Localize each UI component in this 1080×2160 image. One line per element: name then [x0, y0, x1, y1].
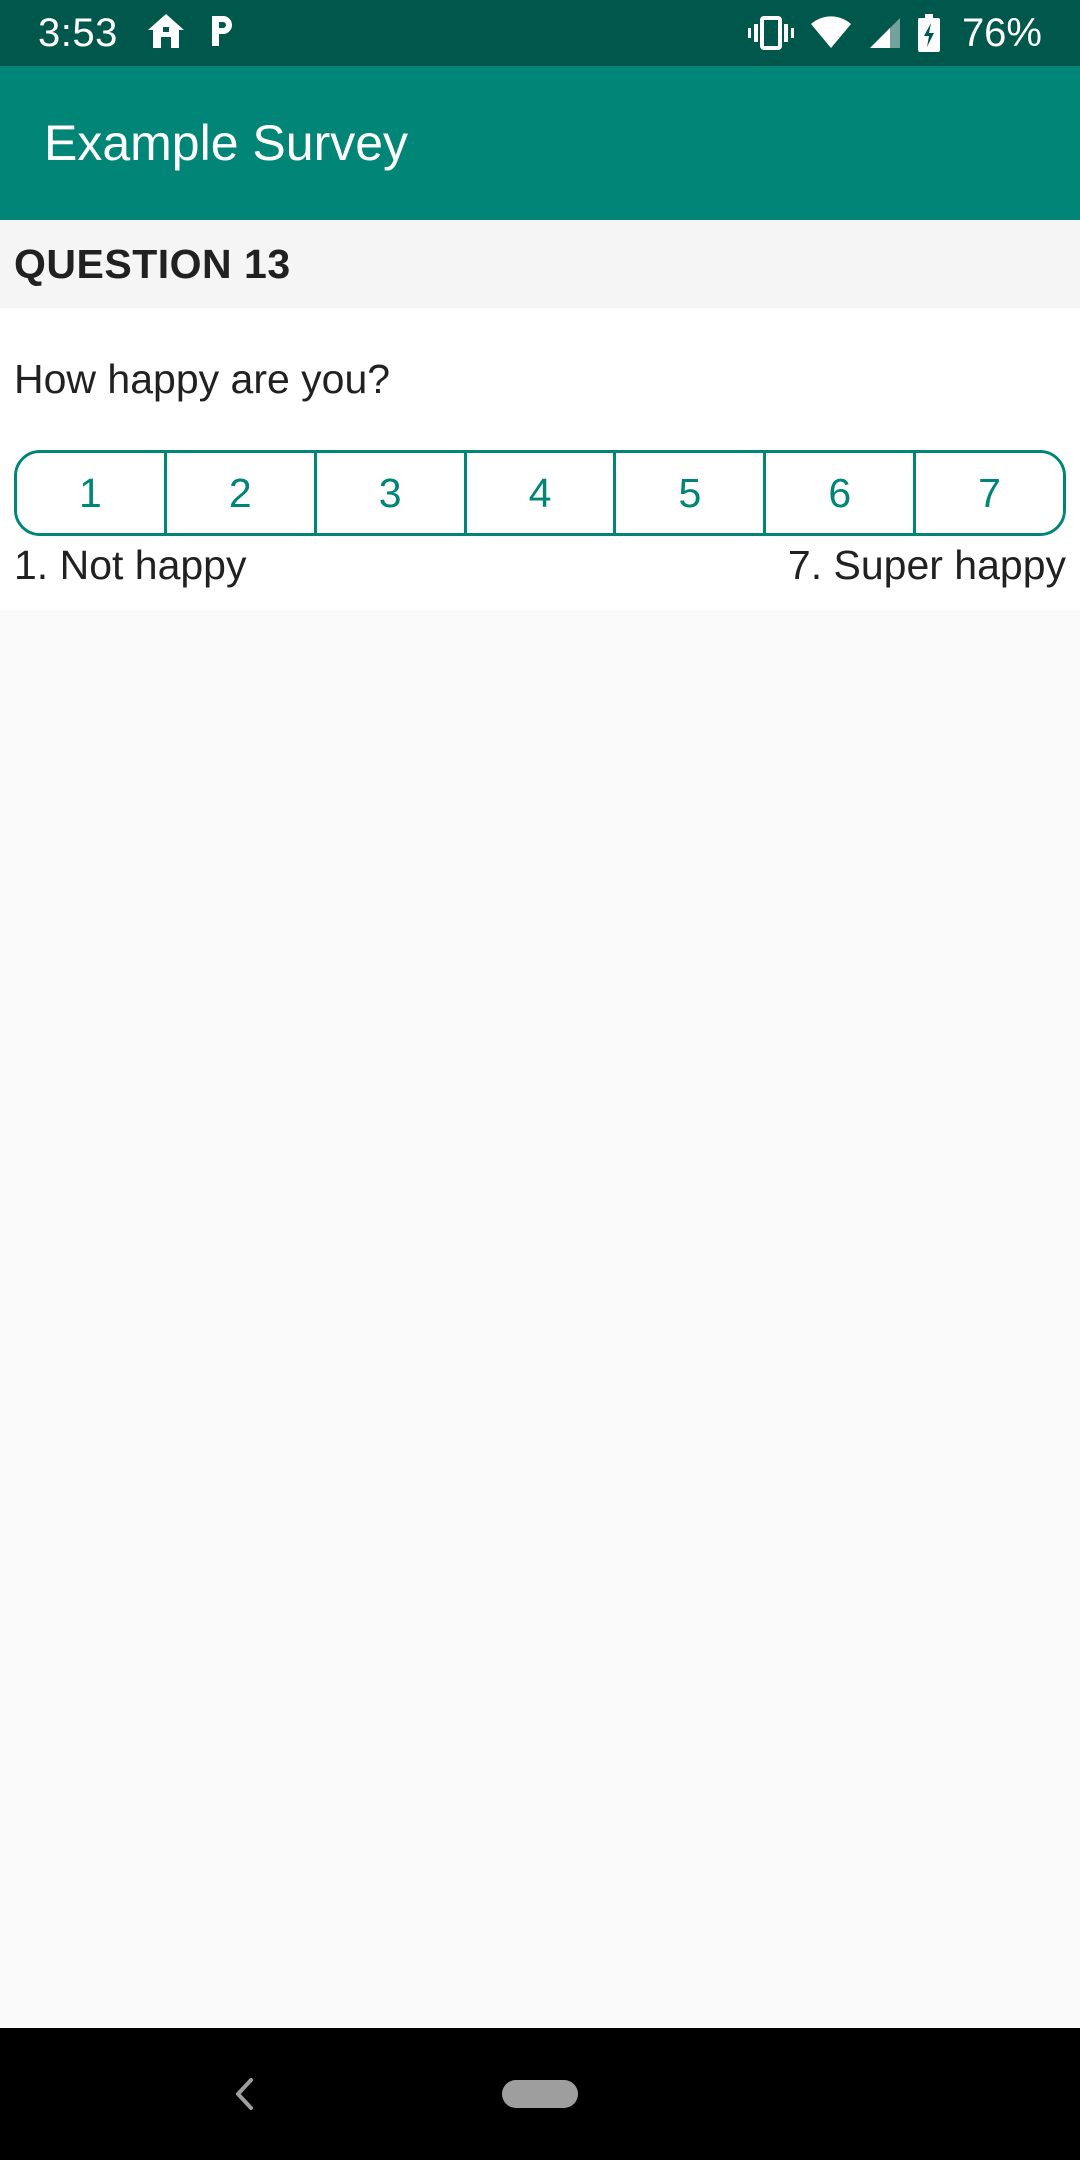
question-header: QUESTION 13 — [0, 220, 1080, 308]
rating-scale: 1 2 3 4 5 6 7 — [14, 450, 1066, 536]
home-pill[interactable] — [502, 2080, 578, 2108]
wifi-icon — [810, 16, 852, 50]
vibrate-icon — [747, 15, 794, 51]
navigation-bar — [0, 2028, 1080, 2160]
status-time: 3:53 — [38, 10, 118, 55]
question-card: How happy are you? 1 2 3 4 5 6 7 1. Not … — [0, 308, 1080, 610]
question-number: QUESTION 13 — [14, 240, 291, 287]
battery-percentage: 76% — [961, 10, 1042, 55]
battery-charging-icon — [917, 14, 940, 52]
app-bar: Example Survey — [0, 66, 1080, 220]
rating-option-3[interactable]: 3 — [316, 453, 467, 533]
cell-signal-icon — [868, 16, 902, 50]
question-text: How happy are you? — [14, 356, 391, 402]
back-icon[interactable] — [214, 2064, 274, 2124]
status-bar: 3:53 76% — [0, 0, 1080, 66]
scale-labels: 1. Not happy 7. Super happy — [14, 542, 1066, 589]
status-system-icons: 76% — [747, 10, 1042, 56]
rating-option-1[interactable]: 1 — [17, 453, 167, 533]
home-icon — [146, 12, 186, 55]
scale-max-label: 7. Super happy — [787, 542, 1066, 588]
rating-option-4[interactable]: 4 — [466, 453, 617, 533]
app-title: Example Survey — [44, 115, 409, 171]
rating-option-7[interactable]: 7 — [916, 453, 1063, 533]
rating-option-2[interactable]: 2 — [166, 453, 317, 533]
rating-option-5[interactable]: 5 — [616, 453, 767, 533]
scale-min-label: 1. Not happy — [14, 542, 247, 588]
status-notification-icons — [146, 12, 236, 55]
rating-option-6[interactable]: 6 — [766, 453, 917, 533]
parking-icon — [208, 12, 236, 55]
